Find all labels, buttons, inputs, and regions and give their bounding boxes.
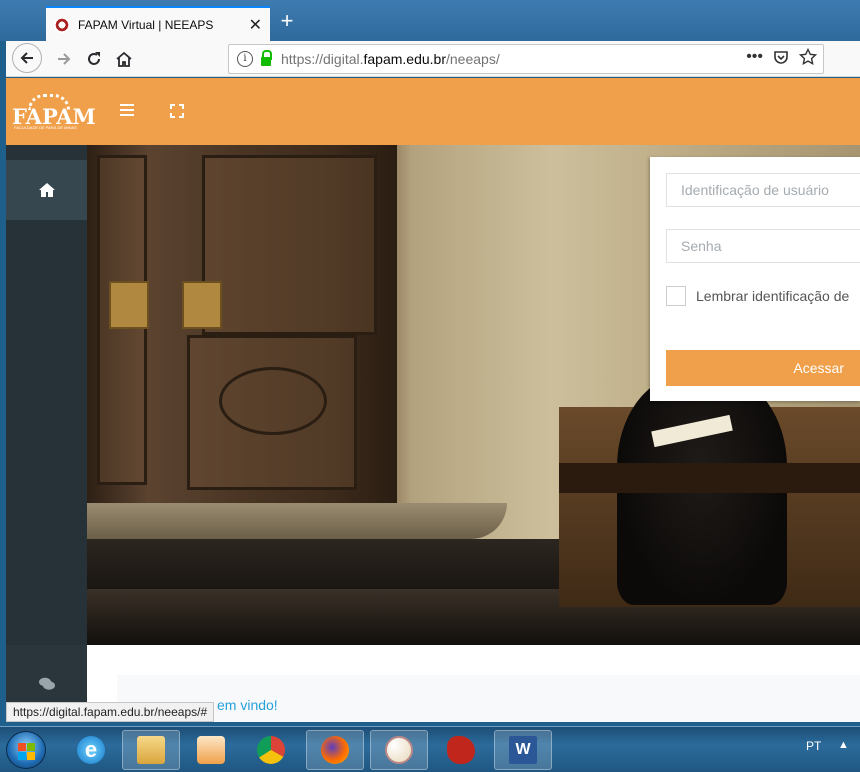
fapam-logo[interactable]: FAPAM FACULDADE DE PARÁ DE MINAS <box>12 92 96 132</box>
browser-navbar: i https://digital. fapam.edu.br/neeaps/ •… <box>6 41 860 77</box>
word-icon: W <box>509 736 537 764</box>
internet-explorer-icon: e <box>77 736 105 764</box>
url-bar[interactable]: i https://digital. fapam.edu.br/neeaps/ •… <box>228 44 824 74</box>
username-input[interactable] <box>666 173 860 207</box>
site-header: FAPAM FACULDADE DE PARÁ DE MINAS <box>6 78 860 145</box>
secure-lock-icon <box>261 49 272 66</box>
firefox-icon <box>321 736 349 764</box>
page-actions-icon[interactable]: ••• <box>746 48 763 66</box>
logo-subtext: FACULDADE DE PARÁ DE MINAS <box>14 125 77 130</box>
home-icon <box>38 183 55 197</box>
url-prefix: https://digital. <box>281 51 364 67</box>
arrow-left-icon <box>20 52 33 64</box>
close-tab-icon[interactable]: ✕ <box>249 15 262 35</box>
reload-icon <box>88 52 100 65</box>
back-button[interactable] <box>12 43 42 73</box>
taskbar-paint[interactable] <box>370 730 428 770</box>
remember-label: Lembrar identificação de <box>696 288 850 304</box>
home-button[interactable] <box>110 45 138 73</box>
forward-button[interactable] <box>50 45 78 73</box>
taskbar-chrome[interactable] <box>242 730 300 770</box>
folder-icon <box>137 736 165 764</box>
pocket-icon[interactable] <box>773 49 789 65</box>
chat-icon <box>38 677 55 690</box>
browser-tab-active[interactable]: FAPAM Virtual | NEEAPS ✕ <box>46 6 270 41</box>
tab-title: FAPAM Virtual | NEEAPS <box>78 17 214 32</box>
door-illustration <box>87 145 397 503</box>
taskbar-game[interactable] <box>432 730 490 770</box>
home-icon <box>116 51 132 67</box>
tray-expand-icon[interactable]: ▲ <box>838 739 849 751</box>
language-indicator[interactable]: PT <box>806 739 821 753</box>
password-input[interactable] <box>666 229 860 263</box>
status-bar-url: https://digital.fapam.edu.br/neeaps/# <box>6 702 215 722</box>
taskbar-internet-explorer[interactable]: e <box>62 730 120 770</box>
chrome-icon <box>257 736 285 764</box>
taskbar-media-player[interactable] <box>182 730 240 770</box>
taskbar-firefox[interactable] <box>306 730 364 770</box>
welcome-text: em vindo! <box>217 697 278 713</box>
windows-taskbar: e W PT ▲ <box>0 726 860 772</box>
site-info-icon[interactable]: i <box>237 51 253 67</box>
sidebar <box>6 145 87 722</box>
login-submit-button[interactable]: Acessar <box>666 350 860 386</box>
new-tab-button[interactable]: + <box>276 8 298 34</box>
windows-start-button[interactable] <box>6 731 46 769</box>
menu-toggle-icon[interactable] <box>120 104 134 116</box>
remember-checkbox[interactable] <box>666 286 686 306</box>
taskbar-file-explorer[interactable] <box>122 730 180 770</box>
login-form: Lembrar identificação de Acessar <box>650 157 860 401</box>
arrow-right-icon <box>58 53 71 65</box>
url-path: /neeaps/ <box>446 51 500 67</box>
url-domain: fapam.edu.br <box>363 51 447 67</box>
bookmark-star-icon[interactable] <box>799 48 817 66</box>
taskbar-word[interactable]: W <box>494 730 552 770</box>
browser-titlebar: FAPAM Virtual | NEEAPS ✕ + <box>0 0 860 41</box>
fapam-favicon-icon <box>54 16 70 33</box>
reload-button[interactable] <box>80 45 108 73</box>
fullscreen-icon[interactable] <box>170 104 184 118</box>
sidebar-item-home[interactable] <box>6 160 87 220</box>
media-player-icon <box>197 736 225 764</box>
game-icon <box>447 736 475 764</box>
